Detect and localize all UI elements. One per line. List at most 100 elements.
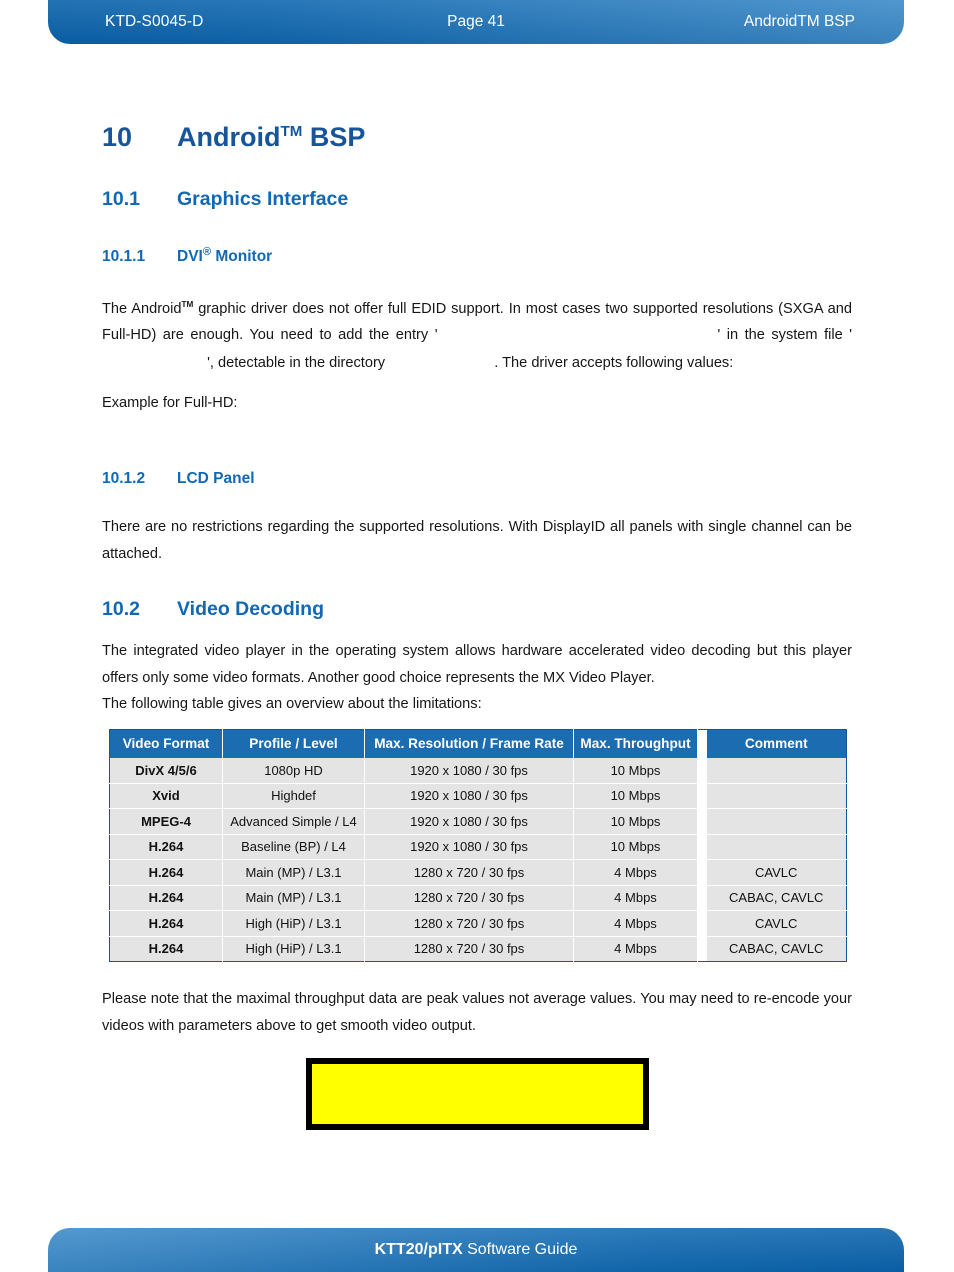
- cell-video-format: H.264: [109, 834, 223, 860]
- video-format-table: Video Format Profile / Level Max. Resolu…: [109, 729, 847, 962]
- cell-max-throughput: 10 Mbps: [573, 808, 698, 835]
- footer-suffix: Software Guide: [462, 1241, 578, 1258]
- cell-spacer: [697, 757, 707, 783]
- cell-max-resolution: 1280 x 720 / 30 fps: [364, 885, 574, 911]
- cell-video-format: H.264: [109, 885, 223, 911]
- cell-max-throughput: 4 Mbps: [573, 936, 698, 962]
- column-header-video-format: Video Format: [109, 729, 223, 758]
- cell-max-throughput: 4 Mbps: [573, 910, 698, 937]
- cell-max-resolution: 1280 x 720 / 30 fps: [364, 910, 574, 937]
- footer-product: KTT20/pITX: [374, 1241, 463, 1258]
- table-row: H.264 Main (MP) / L3.1 1280 x 720 / 30 f…: [109, 859, 847, 886]
- subsection-heading-dvi: 10.1.1 DVI® Monitor: [102, 246, 272, 266]
- cell-spacer: [697, 910, 707, 936]
- paragraph-note: Please note that the maximal throughput …: [102, 991, 852, 1034]
- column-header-comment: Comment: [706, 729, 847, 758]
- dvi-text-part-4: ', detectable in the directory: [207, 354, 390, 371]
- subsection-title-dvi-tail: Monitor: [211, 248, 273, 266]
- cell-profile-level: High (HiP) / L3.1: [222, 936, 365, 962]
- page-footer: KTT20/pITX Software Guide: [48, 1228, 904, 1272]
- cell-comment: [706, 808, 847, 835]
- cell-profile-level: 1080p HD: [222, 757, 365, 784]
- cell-comment: CABAC, CAVLC: [706, 885, 847, 911]
- cell-spacer: [697, 859, 707, 885]
- chapter-number: 10: [102, 122, 133, 152]
- section-heading-graphics: 10.1 Graphics Interface: [102, 188, 348, 211]
- table-row: DivX 4/5/6 1080p HD 1920 x 1080 / 30 fps…: [109, 757, 847, 784]
- page-header: KTD-S0045-D Page 41 AndroidTM BSP: [48, 0, 904, 44]
- trademark-superscript-inline: TM: [181, 300, 194, 309]
- cell-max-throughput: 10 Mbps: [573, 834, 698, 860]
- video-text-line-1: The integrated video player in the opera…: [102, 643, 852, 686]
- cell-profile-level: Highdef: [222, 783, 365, 809]
- hidden-code-entry: [437, 328, 717, 344]
- video-text-line-2: The following table gives an overview ab…: [102, 696, 482, 712]
- cell-spacer: [697, 834, 707, 860]
- cell-max-resolution: 1920 x 1080 / 30 fps: [364, 783, 574, 809]
- cell-video-format: MPEG-4: [109, 808, 223, 835]
- section-title-graphics: Graphics Interface: [177, 188, 349, 210]
- table-row: H.264 High (HiP) / L3.1 1280 x 720 / 30 …: [109, 910, 847, 937]
- cell-comment: [706, 783, 847, 809]
- paragraph-video: The integrated video player in the opera…: [102, 638, 852, 718]
- cell-comment: CAVLC: [706, 859, 847, 886]
- table-body: DivX 4/5/6 1080p HD 1920 x 1080 / 30 fps…: [109, 757, 847, 962]
- subsection-number-dvi: 10.1.1: [102, 248, 146, 266]
- table-row: H.264 Baseline (BP) / L4 1920 x 1080 / 3…: [109, 834, 847, 860]
- video-format-table-wrapper: Video Format Profile / Level Max. Resolu…: [109, 729, 847, 962]
- highlighted-code-box: [306, 1058, 649, 1130]
- dvi-text-part-1: The Android: [102, 300, 182, 317]
- cell-comment: CAVLC: [706, 910, 847, 937]
- cell-video-format: Xvid: [109, 783, 223, 809]
- subsection-heading-lcd: 10.1.2 LCD Panel: [102, 470, 255, 488]
- table-header-row: Video Format Profile / Level Max. Resolu…: [109, 729, 847, 758]
- table-row: H.264 High (HiP) / L3.1 1280 x 720 / 30 …: [109, 936, 847, 962]
- table-row: H.264 Main (MP) / L3.1 1280 x 720 / 30 f…: [109, 885, 847, 911]
- cell-profile-level: Main (MP) / L3.1: [222, 885, 365, 911]
- trademark-superscript: TM: [280, 123, 303, 140]
- subsection-title-lcd: LCD Panel: [177, 470, 255, 487]
- hidden-code-directory: [389, 356, 494, 372]
- cell-spacer: [697, 885, 707, 911]
- cell-comment: [706, 757, 847, 784]
- section-number-graphics: 10.1: [102, 188, 140, 210]
- cell-video-format: H.264: [109, 936, 223, 962]
- cell-max-resolution: 1920 x 1080 / 30 fps: [364, 834, 574, 860]
- column-header-max-throughput: Max. Throughput: [573, 729, 698, 758]
- cell-comment: [706, 834, 847, 860]
- cell-profile-level: High (HiP) / L3.1: [222, 910, 365, 937]
- cell-profile-level: Baseline (BP) / L4: [222, 834, 365, 860]
- cell-profile-level: Advanced Simple / L4: [222, 808, 365, 835]
- cell-max-throughput: 4 Mbps: [573, 859, 698, 886]
- cell-max-resolution: 1920 x 1080 / 30 fps: [364, 757, 574, 784]
- subsection-title-dvi: DVI: [177, 248, 203, 266]
- chapter-title: Android: [177, 122, 281, 152]
- cell-spacer: [697, 936, 707, 962]
- paragraph-dvi: The AndroidTM graphic driver does not of…: [102, 292, 852, 377]
- table-row: MPEG-4 Advanced Simple / L4 1920 x 1080 …: [109, 808, 847, 835]
- dvi-text-part-3: ' in the system file ': [717, 327, 853, 344]
- cell-max-resolution: 1280 x 720 / 30 fps: [364, 936, 574, 962]
- cell-max-throughput: 4 Mbps: [573, 885, 698, 911]
- table-row: Xvid Highdef 1920 x 1080 / 30 fps 10 Mbp…: [109, 783, 847, 809]
- cell-spacer: [697, 783, 707, 809]
- chapter-title-tail: BSP: [302, 122, 366, 152]
- cell-video-format: DivX 4/5/6: [109, 757, 223, 784]
- subsection-number-lcd: 10.1.2: [102, 470, 146, 487]
- column-header-profile-level: Profile / Level: [222, 729, 365, 758]
- paragraph-lcd: There are no restrictions regarding the …: [102, 519, 852, 562]
- dvi-text-part-5: . The driver accepts following values:: [494, 354, 734, 371]
- cell-spacer: [697, 808, 707, 834]
- cell-profile-level: Main (MP) / L3.1: [222, 859, 365, 886]
- example-label: Example for Full-HD:: [102, 395, 238, 411]
- section-heading-video: 10.2 Video Decoding: [102, 598, 324, 621]
- cell-video-format: H.264: [109, 859, 223, 886]
- header-section-title: AndroidTM BSP: [743, 13, 855, 30]
- column-spacer: [697, 729, 707, 758]
- cell-video-format: H.264: [109, 910, 223, 937]
- cell-max-throughput: 10 Mbps: [573, 783, 698, 809]
- cell-max-resolution: 1280 x 720 / 30 fps: [364, 859, 574, 886]
- section-number-video: 10.2: [102, 598, 140, 620]
- cell-comment: CABAC, CAVLC: [706, 936, 847, 962]
- footer-text: KTT20/pITX Software Guide: [375, 1241, 578, 1259]
